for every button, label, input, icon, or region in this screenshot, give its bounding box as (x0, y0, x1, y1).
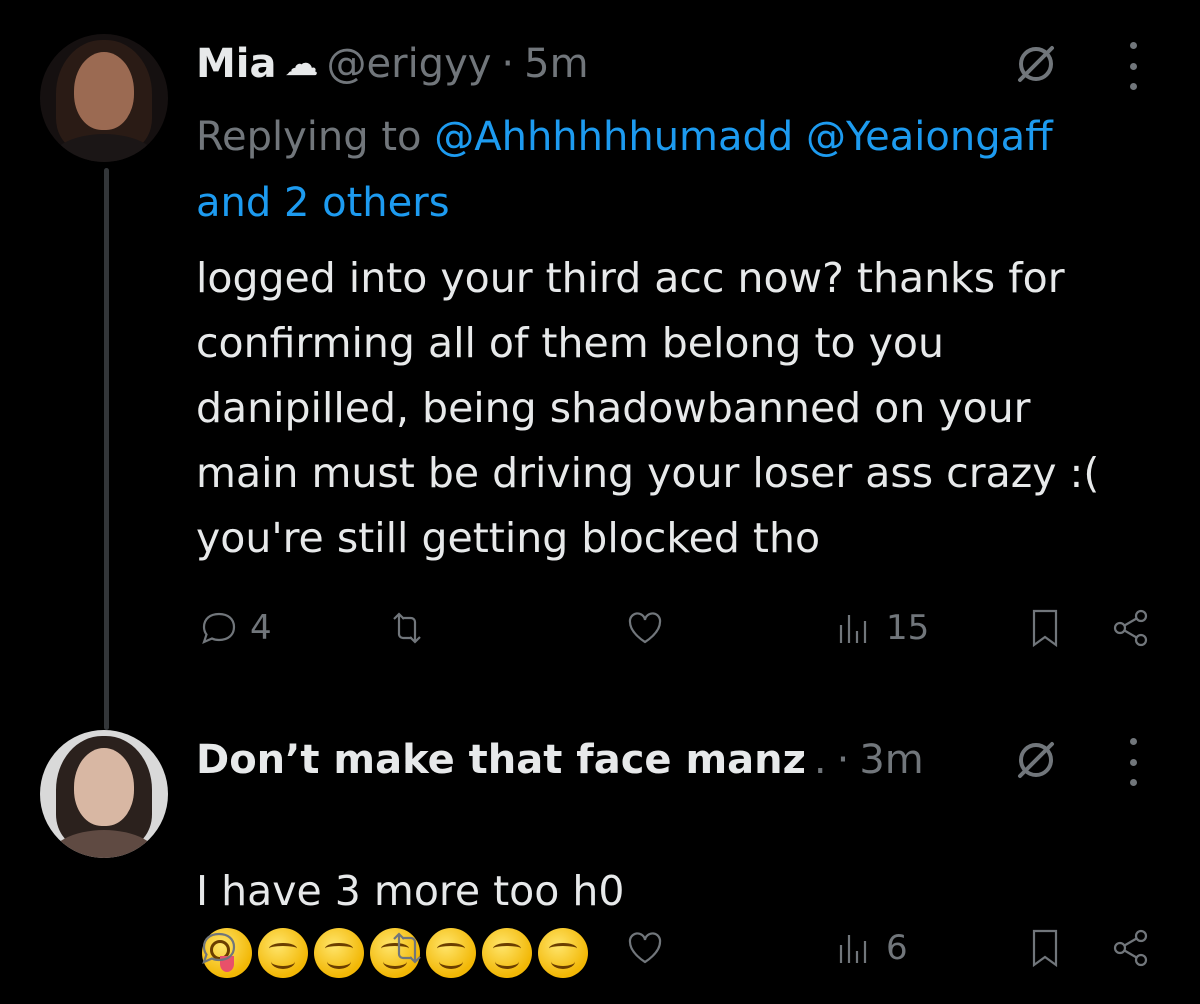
thread-connector-line (104, 168, 109, 730)
bookmark-icon (1032, 609, 1058, 648)
avatar[interactable] (40, 34, 168, 162)
bookmark-button[interactable] (1022, 918, 1068, 978)
retweet-button[interactable] (384, 598, 438, 658)
views-button[interactable]: 15 (832, 598, 929, 658)
display-name-suffix: . (813, 737, 827, 783)
grok-icon[interactable] (1014, 738, 1058, 782)
tweet-text-content: I have 3 more too h0 (196, 867, 625, 915)
share-button[interactable] (1108, 598, 1154, 658)
like-button[interactable] (622, 918, 676, 978)
views-button[interactable]: 6 (832, 918, 908, 978)
grok-icon[interactable] (1014, 42, 1058, 86)
replying-others-link[interactable]: and 2 others (196, 180, 450, 226)
more-options-icon[interactable] (1126, 42, 1140, 90)
reply-button[interactable]: 4 (196, 598, 272, 658)
share-button[interactable] (1108, 918, 1154, 978)
reply-icon (202, 932, 236, 964)
tweet-actions: 4 15 (196, 598, 1160, 658)
heart-icon (628, 612, 662, 644)
display-name[interactable]: Mia (196, 41, 277, 87)
reply-button[interactable] (196, 918, 250, 978)
avatar[interactable] (40, 730, 168, 858)
display-name[interactable]: Don’t make that face manz (196, 737, 806, 783)
bookmark-button[interactable] (1022, 598, 1068, 658)
cloud-icon: ☁ (284, 44, 319, 84)
timestamp[interactable]: 5m (524, 41, 588, 87)
like-button[interactable] (622, 598, 676, 658)
separator: · (501, 41, 515, 87)
retweet-button[interactable] (384, 918, 438, 978)
view-count: 6 (886, 928, 908, 968)
tweet-text: logged into your third acc now? thanks f… (196, 254, 1100, 562)
tweet-actions: 6 (196, 918, 1160, 978)
reply-icon (202, 612, 236, 644)
replying-to: Replying to @Ahhhhhhumadd @Yeaiongaff an… (196, 104, 1156, 236)
timestamp[interactable]: 3m (859, 737, 923, 783)
handle[interactable]: @erigyy (327, 41, 492, 87)
heart-icon (628, 932, 662, 964)
more-options-icon[interactable] (1126, 738, 1140, 786)
views-icon (839, 615, 867, 643)
replying-prefix: Replying to (196, 114, 422, 160)
share-icon (1113, 609, 1148, 647)
tweet-header: Don’t make that face manz . · 3m (196, 730, 924, 790)
retweet-icon (393, 932, 421, 964)
retweet-icon (393, 612, 421, 644)
tweet-header: Mia ☁ @erigyy · 5m (196, 34, 589, 94)
separator: · (836, 737, 850, 783)
views-icon (839, 935, 867, 963)
view-count: 15 (886, 608, 930, 648)
bookmark-icon (1032, 929, 1058, 968)
replying-mentions[interactable]: @Ahhhhhhumadd @Yeaiongaff (434, 114, 1052, 160)
share-icon (1113, 929, 1148, 967)
reply-count: 4 (250, 608, 272, 648)
